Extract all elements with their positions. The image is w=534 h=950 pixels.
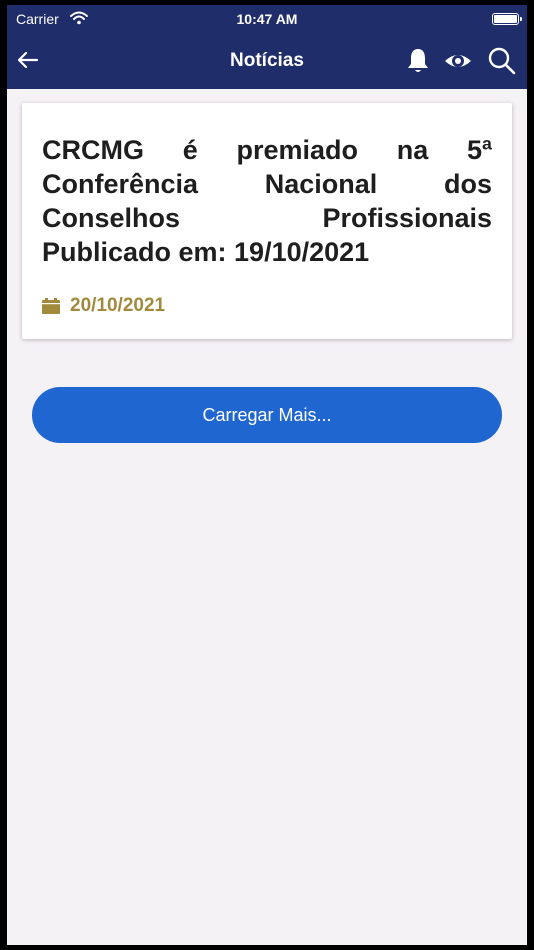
news-date-text: 20/10/2021 [70,295,166,316]
clock: 10:47 AM [236,11,298,27]
battery-icon [492,13,522,25]
app-screen: Carrier 10:47 AM Notícias CRCMG é premia… [7,5,527,945]
news-date: 20/10/2021 [42,295,165,317]
status-bar: Carrier 10:47 AM [7,5,527,35]
news-card[interactable]: CRCMG é premiado na 5ª Conferência Nacio… [22,103,512,339]
load-more-button[interactable]: Carregar Mais... [32,387,502,443]
top-bar: Carrier 10:47 AM Notícias [7,5,527,89]
news-title[interactable]: CRCMG é premiado na 5ª Conferência Nacio… [42,133,492,269]
navigation-bar: Notícias [7,35,527,89]
eye-icon[interactable] [443,46,473,76]
search-icon[interactable] [487,46,517,76]
calendar-icon [42,298,60,314]
bell-icon[interactable] [403,46,433,76]
